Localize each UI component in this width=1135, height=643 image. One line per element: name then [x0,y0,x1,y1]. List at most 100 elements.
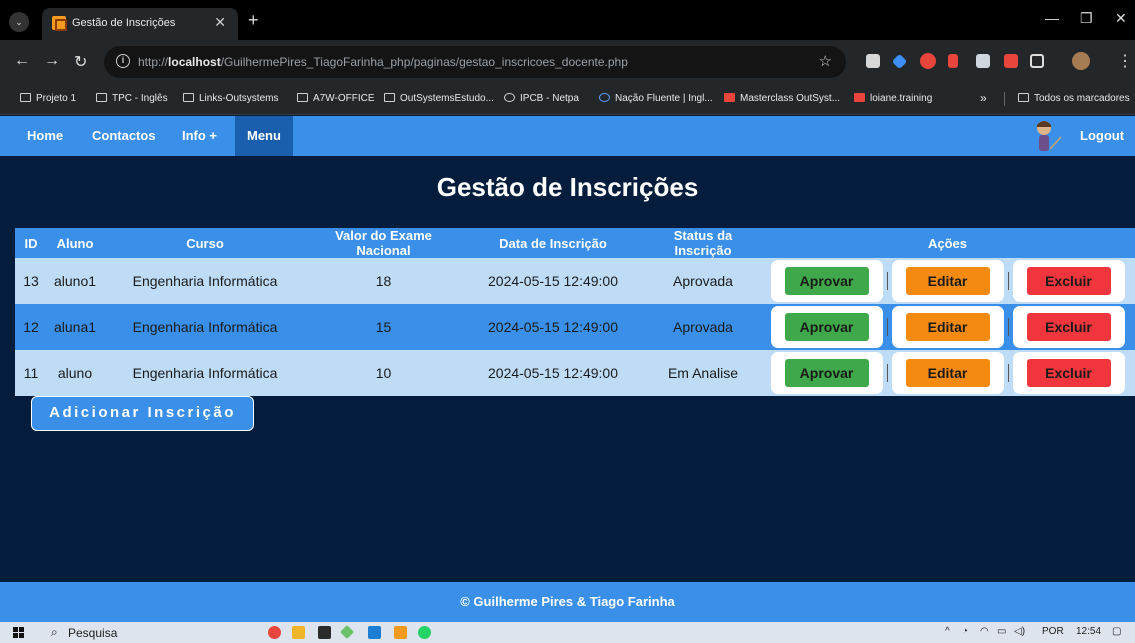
edit-button[interactable]: Editar [905,267,990,295]
browser-menu-icon[interactable]: ⋮ [1117,51,1133,71]
tray-chevron-icon[interactable]: ^ [945,626,950,637]
delete-button-wrapper: Excluir [1012,306,1125,348]
reload-icon[interactable]: ↻ [74,52,87,72]
page-title: Gestão de Inscrições [436,172,699,202]
tray-wifi-icon[interactable]: ◠ [980,626,989,637]
cell-valor: 18 [307,258,460,304]
windows-taskbar: ⌕ Pesquisa ^ ◔ ◠ ▭ ◁) POR 12:54 ▢ [0,622,1135,643]
taskbar-search[interactable]: Pesquisa [68,626,117,640]
logout-link[interactable]: Logout [1080,116,1124,156]
cell-valor: 15 [307,304,460,350]
all-bookmarks[interactable]: Todos os marcadores [1018,93,1130,104]
browser-tab[interactable]: Gestão de Inscrições ✕ [42,8,238,40]
back-icon[interactable]: ← [14,52,30,70]
vscode-taskbar-icon[interactable] [368,626,381,639]
bookmark-tpc-ingles[interactable]: TPC - Inglês [96,93,168,104]
nav-contactos[interactable]: Contactos [92,116,156,156]
close-window-icon[interactable]: ✕ [1115,10,1127,27]
tab-title: Gestão de Inscrições [72,17,176,29]
tab-search-button[interactable]: ⌄ [9,12,29,32]
cell-id: 12 [15,304,47,350]
more-bookmarks-icon[interactable]: » [980,91,987,105]
table-row: 11 aluno Engenharia Informática 10 2024-… [15,350,1135,396]
delete-button[interactable]: Excluir [1026,359,1111,387]
approve-button[interactable]: Aprovar [784,267,869,295]
bookmark-outsystems-estudo[interactable]: OutSystemsEstudo... [384,93,494,104]
delete-button[interactable]: Excluir [1026,313,1111,341]
cell-aluno: aluno [47,350,103,396]
cell-data: 2024-05-15 12:49:00 [460,350,646,396]
edit-button[interactable]: Editar [905,359,990,387]
bookmark-masterclass-outsystems[interactable]: Masterclass OutSyst... [724,93,840,104]
site-icon [724,93,735,102]
bookmark-nacao-fluente[interactable]: Nação Fluente | Ingl... [599,93,713,104]
approve-button[interactable]: Aprovar [784,313,869,341]
bookmark-projeto-1[interactable]: Projeto 1 [20,93,76,104]
cell-curso: Engenharia Informática [103,304,307,350]
extensions-puzzle-icon[interactable] [1030,54,1044,68]
cell-data: 2024-05-15 12:49:00 [460,258,646,304]
address-bar[interactable]: i http://localhost/GuilhermePires_TiagoF… [104,46,846,78]
chrome-taskbar-icon[interactable] [268,626,281,639]
edit-button[interactable]: Editar [905,313,990,341]
header-aluno: Aluno [47,228,103,258]
header-valor: Valor do Exame Nacional [307,228,460,258]
restore-icon[interactable]: ❐ [1080,10,1093,27]
cell-id: 11 [15,350,47,396]
site-navbar: Home Contactos Info + Menu Logout [0,116,1135,156]
extension-icon[interactable] [891,53,908,70]
approve-button-wrapper: Aprovar [770,306,883,348]
minimize-icon[interactable]: — [1045,10,1059,26]
cell-data: 2024-05-15 12:49:00 [460,304,646,350]
tray-volume-icon[interactable]: ◁) [1014,626,1025,637]
folder-icon [96,93,107,102]
header-data: Data de Inscrição [460,228,646,258]
folder-icon [384,93,395,102]
extension-icon-3[interactable] [976,54,990,68]
xampp-taskbar-icon[interactable] [394,626,407,639]
approve-button[interactable]: Aprovar [784,359,869,387]
cell-actions: Aprovar Editar Excluir [760,350,1135,396]
tray-language[interactable]: POR [1042,626,1064,637]
cell-curso: Engenharia Informática [103,258,307,304]
cell-id: 13 [15,258,47,304]
bookmark-loiane-training[interactable]: loiane.training [854,93,932,104]
separator [1007,318,1009,336]
globe-icon [504,93,515,102]
nav-home[interactable]: Home [27,116,63,156]
tray-battery-icon[interactable]: ▭ [997,626,1006,637]
page-footer: © Guilherme Pires & Tiago Farinha [0,582,1135,622]
add-inscription-button[interactable]: Adicionar Inscrição [31,396,254,431]
bookmark-star-icon[interactable]: ☆ [819,52,832,70]
reader-extension-icon[interactable] [866,54,880,68]
windows-start-icon[interactable] [13,627,24,638]
bookmark-links-outsystems[interactable]: Links-Outsystems [183,93,278,104]
header-id: ID [15,228,47,258]
nav-info[interactable]: Info + [182,116,217,156]
header-status: Status da Inscrição [646,228,760,258]
profile-avatar-icon[interactable] [1072,52,1090,70]
notifications-icon[interactable]: ▢ [1112,626,1121,637]
terminal-taskbar-icon[interactable] [318,626,331,639]
tray-network-icon[interactable]: ◔ [962,626,968,637]
extension-icon-2[interactable] [948,54,958,68]
cell-curso: Engenharia Informática [103,350,307,396]
folder-icon [183,93,194,102]
bookmark-a7w-office[interactable]: A7W-OFFICE [297,93,374,104]
new-tab-icon[interactable]: + [248,10,259,31]
opera-extension-icon[interactable] [920,53,936,69]
bookmark-ipcb-netpa[interactable]: IPCB - Netpa [504,93,579,104]
file-explorer-taskbar-icon[interactable] [292,626,305,639]
forward-icon[interactable]: → [44,52,60,70]
delete-button[interactable]: Excluir [1026,267,1111,295]
extension-icon-4[interactable] [1004,54,1018,68]
search-icon[interactable]: ⌕ [51,625,58,640]
nav-menu[interactable]: Menu [235,116,293,156]
cell-status: Aprovada [646,258,760,304]
approve-button-wrapper: Aprovar [770,352,883,394]
whatsapp-taskbar-icon[interactable] [418,626,431,639]
app-taskbar-icon[interactable] [339,624,355,640]
site-info-icon[interactable]: i [116,54,130,68]
close-tab-icon[interactable]: ✕ [214,14,226,31]
tray-clock[interactable]: 12:54 [1076,626,1101,637]
